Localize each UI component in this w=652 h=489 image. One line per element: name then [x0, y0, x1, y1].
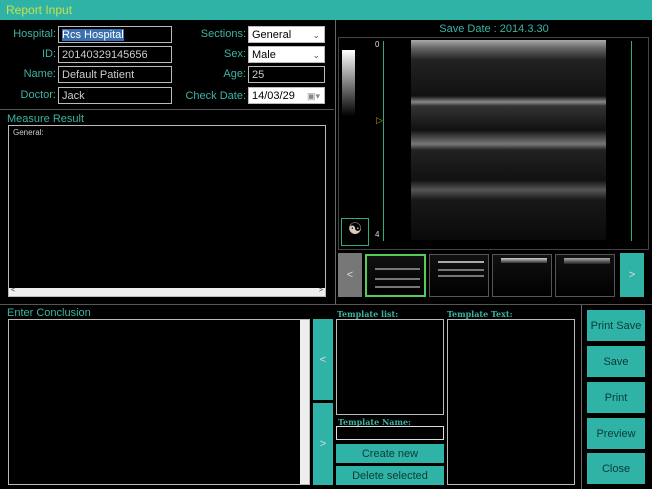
delete-selected-button[interactable]: Delete selected: [336, 466, 444, 485]
thumbnail-next-button[interactable]: >: [620, 253, 644, 297]
ultrasound-image: [411, 40, 606, 240]
sections-label: Sections:: [200, 28, 246, 40]
template-text-box[interactable]: [447, 319, 575, 485]
depth-scale: [383, 41, 384, 241]
divider: [0, 304, 652, 305]
sections-value: General: [252, 29, 292, 41]
thumbnail-1[interactable]: [365, 254, 426, 297]
save-date: Save Date : 2014.3.30: [439, 23, 549, 35]
check-date-label: Check Date:: [185, 90, 246, 102]
divider: [335, 20, 336, 305]
focus-marker-icon: ▷: [376, 115, 383, 125]
doctor-input[interactable]: Jack: [58, 87, 172, 104]
insert-template-button[interactable]: <: [313, 319, 333, 400]
name-input[interactable]: Default Patient: [58, 66, 172, 83]
hospital-value: Rcs Hospital: [62, 29, 124, 41]
doctor-label: Doctor:: [20, 89, 56, 101]
check-date-picker[interactable]: 14/03/29 ▣▾: [248, 87, 325, 104]
id-label: ID:: [41, 48, 56, 60]
age-input[interactable]: 25: [248, 66, 325, 83]
sex-value: Male: [252, 49, 276, 61]
sections-select[interactable]: General ⌄: [248, 26, 325, 43]
conclusion-textarea[interactable]: [8, 319, 310, 485]
print-save-button[interactable]: Print Save: [587, 310, 645, 341]
preview-button[interactable]: Preview: [587, 418, 645, 449]
create-new-button[interactable]: Create new: [336, 444, 444, 463]
ultrasound-viewer[interactable]: 0 4 ▷ ☯: [338, 37, 649, 250]
horizontal-scrollbar[interactable]: < >: [9, 287, 325, 296]
print-button[interactable]: Print: [587, 382, 645, 413]
measure-result-box[interactable]: General: < >: [8, 125, 326, 297]
grayscale-bar: [342, 50, 355, 116]
close-button[interactable]: Close: [587, 453, 645, 484]
chevron-down-icon: ⌄: [312, 30, 320, 40]
move-to-template-button[interactable]: >: [313, 403, 333, 485]
depth-top: 0: [375, 40, 380, 49]
id-input[interactable]: 20140329145656: [58, 46, 172, 63]
template-list-label: Template list:: [337, 309, 399, 319]
thumbnail-3[interactable]: [492, 254, 552, 297]
name-label: Name:: [23, 68, 56, 80]
thumbnail-4[interactable]: [555, 254, 615, 297]
template-list[interactable]: [336, 319, 444, 415]
measure-result-label: Measure Result: [7, 113, 85, 125]
thumbnail-2[interactable]: [429, 254, 489, 297]
thumbnail-prev-button[interactable]: <: [338, 253, 362, 297]
age-label: Age:: [223, 68, 246, 80]
enter-conclusion-label: Enter Conclusion: [7, 307, 91, 319]
save-button[interactable]: Save: [587, 346, 645, 377]
divider: [581, 305, 582, 489]
probe-icon: ☯: [341, 218, 369, 246]
template-name-input[interactable]: [336, 426, 444, 440]
check-date-value: 14/03/29: [252, 90, 295, 102]
sex-label: Sex:: [223, 48, 246, 60]
calendar-icon[interactable]: ▣▾: [307, 89, 320, 103]
chevron-down-icon: ⌄: [312, 50, 320, 60]
depth-bottom: 4: [375, 230, 380, 239]
measure-result-text: General:: [13, 128, 44, 137]
scale-line: [631, 41, 632, 241]
sex-select[interactable]: Male ⌄: [248, 46, 325, 63]
hospital-input[interactable]: Rcs Hospital: [58, 26, 172, 43]
divider: [0, 109, 334, 110]
template-text-label: Template Text:: [447, 309, 513, 319]
vertical-scrollbar[interactable]: [300, 320, 309, 484]
title-bar: Report Input: [0, 0, 652, 20]
hospital-label: Hospital:: [13, 28, 56, 40]
